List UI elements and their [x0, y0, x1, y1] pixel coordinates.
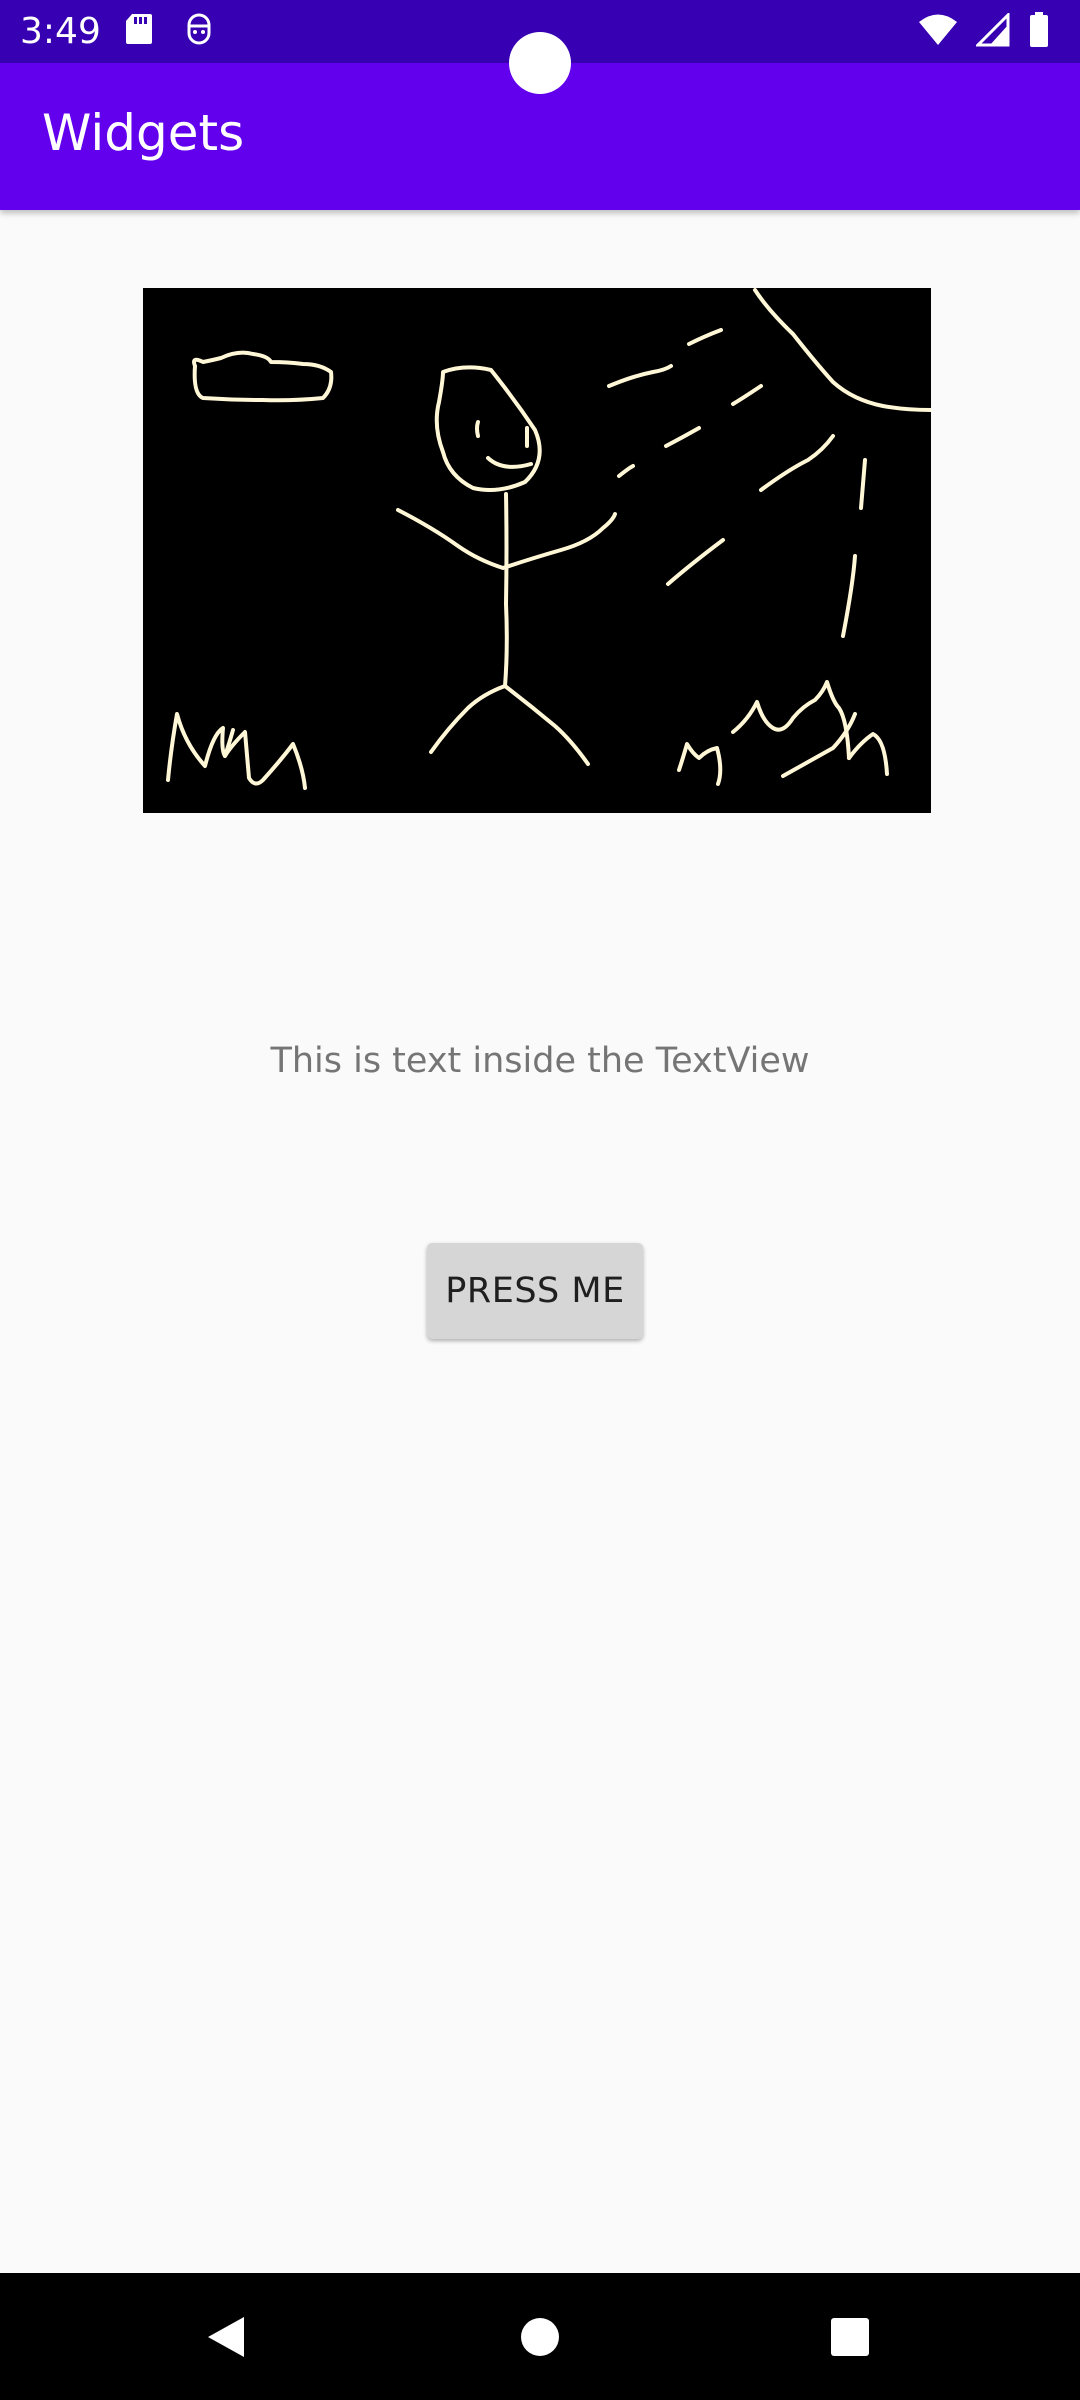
navigation-bar [0, 2273, 1080, 2400]
stick-figure-drawing [166, 288, 931, 790]
wifi-icon [918, 13, 958, 51]
app-title: Widgets [42, 104, 245, 162]
press-me-button[interactable]: PRESS ME [427, 1243, 643, 1339]
home-button[interactable] [480, 2273, 600, 2400]
recents-icon [831, 2317, 869, 2356]
privacy-indicator-icon [184, 12, 214, 50]
recents-button[interactable] [790, 2273, 910, 2400]
home-icon [521, 2317, 559, 2356]
stick-figure-image [143, 288, 931, 813]
cell-signal-icon [974, 11, 1010, 51]
back-icon [208, 2316, 244, 2357]
back-button[interactable] [166, 2273, 286, 2400]
app-screen: 3:49 Widgets This is text inside the Tex… [0, 0, 1080, 2400]
camera-cutout [509, 32, 571, 94]
sd-card-icon [124, 12, 154, 50]
textview: This is text inside the TextView [270, 1041, 810, 1081]
status-time: 3:49 [20, 11, 101, 52]
status-icons-left [124, 12, 214, 50]
status-icons-right [918, 11, 1050, 52]
battery-icon [1028, 12, 1050, 52]
